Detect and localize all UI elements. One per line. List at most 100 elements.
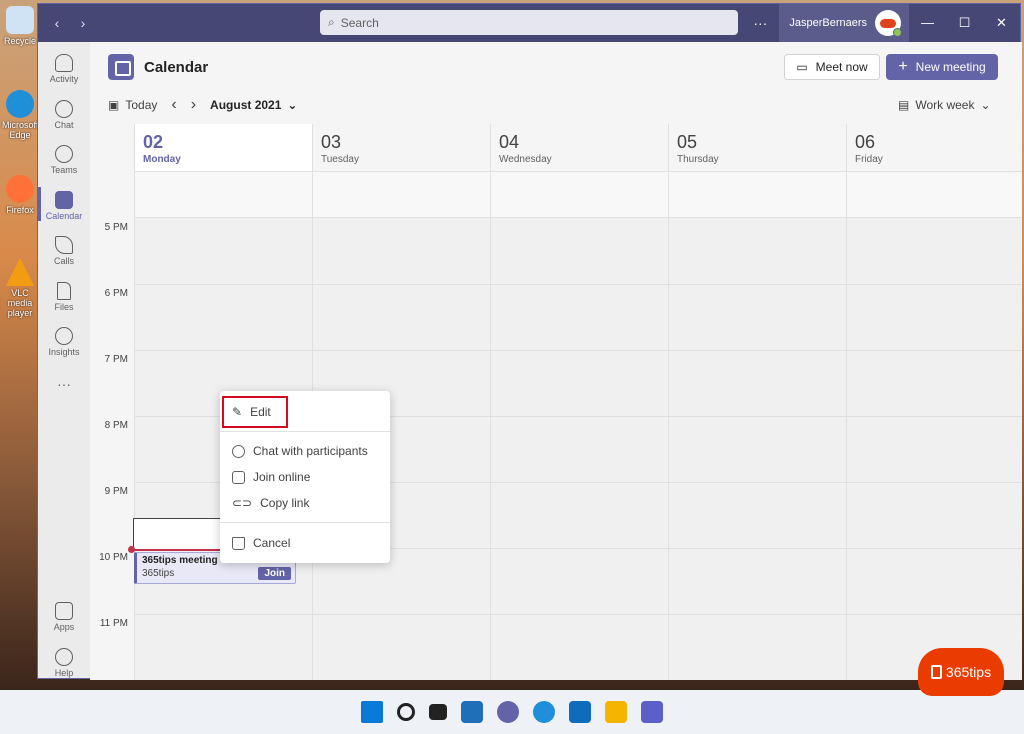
chevron-down-icon: ⌄ bbox=[287, 98, 298, 112]
menu-item-edit[interactable]: ✎ Edit bbox=[222, 396, 288, 428]
mail-icon[interactable] bbox=[569, 701, 591, 723]
day-header[interactable]: 05 Thursday bbox=[669, 124, 846, 172]
minimize-button[interactable]: — bbox=[909, 15, 946, 31]
date-toolbar: ▣ Today ‹ › August 2021 ⌄ bbox=[108, 96, 297, 114]
title-right-area: ··· JasperBernaers — ☐ ✕ bbox=[747, 4, 1020, 42]
join-button[interactable]: Join bbox=[258, 567, 291, 580]
hour-label: 6 PM bbox=[104, 288, 128, 299]
hour-label: 9 PM bbox=[104, 486, 128, 497]
app-rail: Activity Chat Teams Calendar Calls Files… bbox=[38, 42, 90, 678]
presence-available-icon bbox=[893, 28, 902, 37]
menu-divider bbox=[220, 431, 390, 432]
calendar-header: Calendar ▭ Meet now + New meeting ▣ Toda… bbox=[90, 42, 1022, 124]
close-button[interactable]: ✕ bbox=[983, 15, 1020, 31]
user-profile[interactable]: JasperBernaers bbox=[779, 4, 909, 42]
edge-icon bbox=[6, 90, 34, 118]
view-selector[interactable]: ▤ Work week ⌄ bbox=[898, 98, 991, 112]
search-box[interactable]: ⌕ bbox=[320, 10, 738, 35]
insights-icon bbox=[55, 327, 73, 345]
pencil-icon: ✎ bbox=[232, 405, 243, 419]
day-column-friday[interactable]: 06 Friday bbox=[846, 124, 1022, 680]
rail-item-help[interactable]: Help bbox=[38, 648, 90, 678]
day-header[interactable]: 06 Friday bbox=[847, 124, 1022, 172]
all-day-slot[interactable] bbox=[491, 172, 668, 218]
cloud-icon bbox=[880, 18, 896, 28]
office-icon bbox=[930, 665, 942, 679]
windows-taskbar bbox=[0, 690, 1024, 734]
plus-icon: + bbox=[898, 58, 908, 75]
windows-start-icon[interactable] bbox=[361, 701, 383, 723]
edge-icon[interactable] bbox=[533, 701, 555, 723]
rail-item-chat[interactable]: Chat bbox=[38, 100, 90, 130]
search-icon: ⌕ bbox=[328, 15, 335, 29]
more-options-icon[interactable]: ··· bbox=[747, 15, 773, 31]
chevron-right-icon[interactable]: › bbox=[191, 96, 196, 114]
link-icon: ⊂⊃ bbox=[232, 496, 253, 510]
rail-item-apps[interactable]: Apps bbox=[38, 602, 90, 632]
rail-item-calls[interactable]: Calls bbox=[38, 236, 90, 266]
teams-chat-icon[interactable] bbox=[497, 701, 519, 723]
menu-item-chat[interactable]: Chat with participants bbox=[220, 439, 390, 463]
apps-icon bbox=[55, 602, 73, 620]
menu-divider bbox=[220, 522, 390, 523]
desktop-icon-edge[interactable]: Microsoft Edge bbox=[2, 90, 39, 140]
desktop-icon-recycle[interactable]: Recycle bbox=[2, 6, 38, 46]
chat-icon bbox=[232, 444, 245, 458]
search-icon[interactable] bbox=[397, 703, 415, 721]
avatar bbox=[875, 10, 902, 37]
desktop-icon-firefox[interactable]: Firefox bbox=[2, 175, 38, 215]
hour-gridline bbox=[134, 614, 1022, 615]
help-icon bbox=[55, 648, 73, 666]
back-arrow-icon[interactable]: ‹ bbox=[48, 15, 66, 31]
maximize-button[interactable]: ☐ bbox=[946, 15, 983, 31]
month-picker[interactable]: August 2021 ⌄ bbox=[210, 98, 297, 112]
chevron-down-icon: ⌄ bbox=[980, 98, 991, 112]
calendar-app-icon bbox=[108, 54, 134, 80]
menu-item-join-online[interactable]: Join online bbox=[220, 465, 390, 489]
view-icon: ▤ bbox=[898, 98, 910, 112]
rail-item-files[interactable]: Files bbox=[38, 282, 90, 312]
desktop-icons: Recycle Microsoft Edge Firefox VLC media… bbox=[0, 0, 39, 700]
search-input[interactable] bbox=[340, 15, 701, 30]
forward-arrow-icon[interactable]: › bbox=[74, 15, 92, 31]
day-header[interactable]: 04 Wednesday bbox=[491, 124, 668, 172]
all-day-slot[interactable] bbox=[313, 172, 490, 218]
teams-icon[interactable] bbox=[641, 701, 663, 723]
all-day-slot[interactable] bbox=[847, 172, 1022, 218]
rail-item-calendar[interactable]: Calendar bbox=[38, 187, 90, 221]
chevron-left-icon[interactable]: ‹ bbox=[171, 96, 176, 114]
hour-label: 10 PM bbox=[99, 552, 128, 563]
bell-icon bbox=[55, 54, 73, 72]
file-icon bbox=[57, 282, 71, 300]
day-column-thursday[interactable]: 05 Thursday bbox=[668, 124, 846, 680]
hour-gridline bbox=[134, 284, 1022, 285]
all-day-slot[interactable] bbox=[135, 172, 312, 218]
task-view-icon[interactable] bbox=[429, 704, 447, 720]
title-bar: ‹ › ⌕ ··· JasperBernaers — ☐ ✕ bbox=[38, 4, 1020, 42]
all-day-slot[interactable] bbox=[669, 172, 846, 218]
chat-icon bbox=[55, 100, 73, 118]
phone-icon bbox=[55, 236, 73, 254]
more-apps-icon[interactable]: ··· bbox=[38, 376, 90, 392]
widgets-icon[interactable] bbox=[461, 701, 483, 723]
file-explorer-icon[interactable] bbox=[605, 701, 627, 723]
join-online-icon bbox=[232, 470, 245, 484]
today-button[interactable]: ▣ Today bbox=[108, 98, 157, 112]
rail-item-teams[interactable]: Teams bbox=[38, 145, 90, 175]
new-meeting-button[interactable]: + New meeting bbox=[886, 54, 998, 80]
rail-item-insights[interactable]: Insights bbox=[38, 327, 90, 357]
window-controls: — ☐ ✕ bbox=[909, 15, 1020, 31]
day-header[interactable]: 02 Monday bbox=[135, 124, 312, 172]
meet-now-button[interactable]: ▭ Meet now bbox=[784, 54, 880, 80]
desktop-icon-vlc[interactable]: VLC media player bbox=[2, 258, 38, 318]
hour-label: 7 PM bbox=[104, 354, 128, 365]
teams-icon bbox=[55, 145, 73, 163]
day-column-wednesday[interactable]: 04 Wednesday bbox=[490, 124, 668, 680]
recycle-bin-icon bbox=[6, 6, 34, 34]
menu-item-cancel[interactable]: Cancel bbox=[220, 531, 390, 555]
selected-time-slot[interactable] bbox=[133, 518, 221, 550]
menu-item-copy-link[interactable]: ⊂⊃ Copy link bbox=[220, 491, 390, 515]
rail-item-activity[interactable]: Activity bbox=[38, 54, 90, 84]
page-title: Calendar bbox=[144, 59, 209, 76]
day-header[interactable]: 03 Tuesday bbox=[313, 124, 490, 172]
